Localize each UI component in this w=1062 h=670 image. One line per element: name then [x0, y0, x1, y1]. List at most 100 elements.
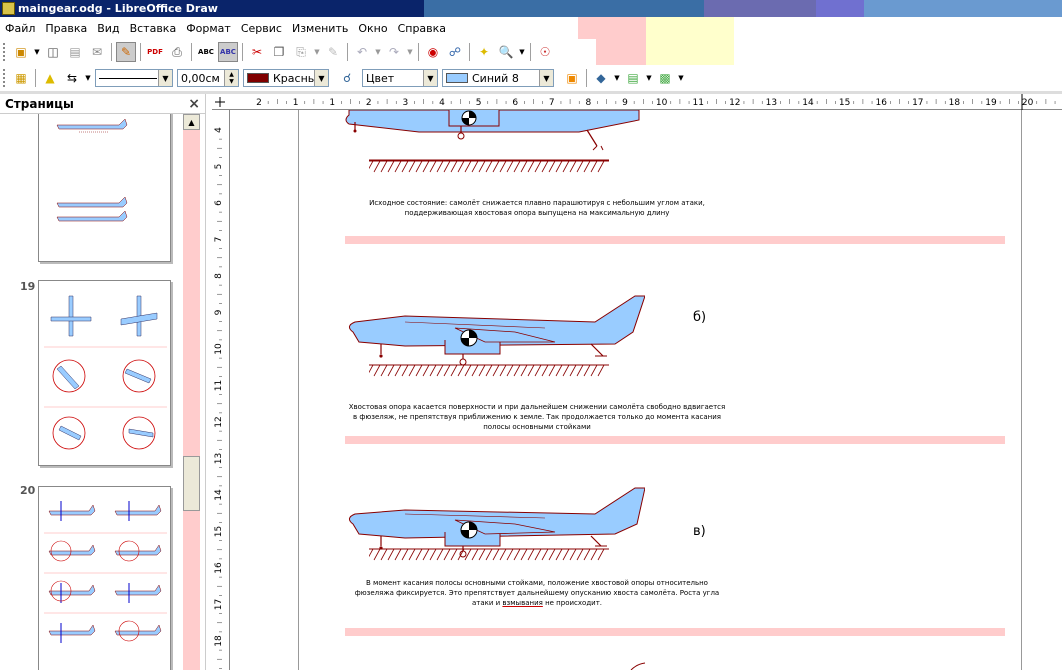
save-icon[interactable]: ▤	[65, 42, 85, 62]
menu-view[interactable]: Вид	[92, 22, 124, 35]
chart-icon[interactable]: ◉	[423, 42, 443, 62]
menu-format[interactable]: Формат	[181, 22, 236, 35]
dropdown-arrow-icon[interactable]: ▼	[313, 42, 321, 62]
line-color-select[interactable]: Красный ▼	[243, 69, 329, 87]
align-icon[interactable]: ▤	[623, 68, 643, 88]
ruler-tick-label: 6	[512, 98, 518, 108]
fill-color-select[interactable]: Синий 8 ▼	[442, 69, 554, 87]
arrange-icon[interactable]: ▩	[655, 68, 675, 88]
ground-hatch	[485, 548, 493, 561]
chevron-down-icon[interactable]: ▼	[314, 70, 328, 86]
print-icon[interactable]: ⎙	[167, 42, 187, 62]
panel-splitter[interactable]	[205, 94, 212, 670]
horizontal-ruler[interactable]: 2 1 1 2 3 4 5 6 7 8 9 10 11 12 13 14 15 16 17 18 19 20	[212, 94, 1062, 110]
ruler-tick-label: 15	[839, 98, 850, 108]
rotate-icon[interactable]: ◆	[591, 68, 611, 88]
line-style-select[interactable]: ▼	[95, 69, 173, 87]
menu-insert[interactable]: Вставка	[125, 22, 182, 35]
line-icon[interactable]: ▲	[40, 68, 60, 88]
cut-icon[interactable]: ✂	[247, 42, 267, 62]
clone-formatting-icon[interactable]: ✎	[323, 42, 343, 62]
ground-hatch	[429, 364, 437, 377]
label-c[interactable]: в)	[693, 524, 706, 539]
zoom-icon[interactable]: 🔍	[496, 42, 516, 62]
dropdown-arrow-icon[interactable]: ▼	[84, 68, 92, 88]
close-icon[interactable]: ×	[188, 96, 200, 112]
ground-hatch	[443, 548, 451, 561]
scrollbar-thumb[interactable]	[183, 456, 200, 511]
toolbar-grip[interactable]	[3, 69, 7, 87]
ground-hatch	[513, 364, 521, 377]
menu-tools[interactable]: Сервис	[236, 22, 287, 35]
pages-panel-header: Страницы ×	[0, 94, 205, 114]
vertical-ruler[interactable]: 4 5 6 7 8 9 10 11 12 13 14 15 16 17 18	[212, 110, 230, 670]
arrow-style-icon[interactable]: ⇆	[62, 68, 82, 88]
ruler-tick-label: 17	[912, 98, 923, 108]
toolbar-grip[interactable]	[3, 43, 7, 61]
fill-type-select[interactable]: Цвет ▼	[362, 69, 438, 87]
caption-a[interactable]: Исходное состояние: самолёт снижается пл…	[347, 198, 727, 218]
dropdown-arrow-icon[interactable]: ▼	[645, 68, 653, 88]
caption-b[interactable]: Хвостовая опора касается поверхности и п…	[347, 402, 727, 432]
ground-hatch	[401, 364, 409, 377]
slide-thumbnail-19[interactable]	[38, 280, 171, 466]
dropdown-arrow-icon[interactable]: ▼	[518, 42, 526, 62]
ruler-ticks: 2 1 1 2 3 4 5 6 7 8 9 10 11 12 13 14 15 16 17 18 19 20	[215, 94, 1056, 110]
dropdown-arrow-icon[interactable]: ▼	[406, 42, 414, 62]
drawing-page[interactable]: Исходное состояние: самолёт снижается пл…	[298, 110, 1022, 670]
email-icon[interactable]: ✉	[87, 42, 107, 62]
ground-hatch	[369, 548, 374, 558]
slide-thumbnail-18[interactable]	[38, 114, 171, 262]
spellcheck-icon[interactable]: ABC	[196, 42, 216, 62]
styles-icon[interactable]: ▦	[11, 68, 31, 88]
help-icon[interactable]: ☉	[535, 42, 555, 62]
ground-hatch	[436, 364, 444, 377]
ground-hatch	[597, 364, 605, 377]
ground-hatch	[436, 160, 444, 173]
drawing-workspace[interactable]: Исходное состояние: самолёт снижается пл…	[230, 110, 1062, 670]
label-b[interactable]: б)	[693, 310, 706, 325]
spin-arrows-icon[interactable]: ▲ ▼	[224, 70, 238, 86]
aircraft-drawing-b[interactable]	[345, 292, 645, 372]
new-document-icon[interactable]: ▣	[11, 42, 31, 62]
ground-hatch	[513, 548, 521, 561]
panel-scrollbar[interactable]: ▲	[183, 114, 200, 670]
menu-help[interactable]: Справка	[393, 22, 451, 35]
menu-file[interactable]: Файл	[0, 22, 40, 35]
dropdown-arrow-icon[interactable]: ▼	[33, 42, 41, 62]
chevron-down-icon[interactable]: ▼	[423, 70, 437, 86]
edit-file-icon[interactable]: ✎	[116, 42, 136, 62]
chevron-down-icon[interactable]: ▼	[539, 70, 553, 86]
ground-hatch	[436, 548, 444, 561]
menu-modify[interactable]: Изменить	[287, 22, 353, 35]
caption-c-link[interactable]: взмывания	[502, 599, 542, 607]
menu-edit[interactable]: Правка	[40, 22, 92, 35]
autospellcheck-icon[interactable]: ABC	[218, 42, 238, 62]
ruler-tick-label: 5	[476, 98, 482, 108]
ground-hatch	[506, 548, 514, 561]
export-pdf-icon[interactable]: PDF	[145, 42, 165, 62]
caption-c[interactable]: В момент касания полосы основными стойка…	[347, 578, 727, 608]
ruler-tick-label: 20	[1022, 98, 1034, 108]
menu-window[interactable]: Окно	[353, 22, 392, 35]
undo-icon[interactable]: ↶	[352, 42, 372, 62]
gluepoint-icon[interactable]: ✦	[474, 42, 494, 62]
dropdown-arrow-icon[interactable]: ▼	[613, 68, 621, 88]
dropdown-arrow-icon[interactable]: ▼	[374, 42, 382, 62]
line-width-field[interactable]: 0,00см ▲ ▼	[177, 69, 239, 87]
shadow-icon[interactable]: ▣	[562, 68, 582, 88]
paste-icon[interactable]: ⎘	[291, 42, 311, 62]
navigator-icon[interactable]: ☍	[445, 42, 465, 62]
scroll-up-icon[interactable]: ▲	[183, 114, 200, 130]
area-icon[interactable]: ☌	[337, 68, 357, 88]
slide-thumbnail-20[interactable]	[38, 486, 171, 670]
ground-hatch	[443, 160, 451, 173]
redo-icon[interactable]: ↷	[384, 42, 404, 62]
copy-icon[interactable]: ❐	[269, 42, 289, 62]
ground-hatch	[569, 548, 577, 561]
open-icon[interactable]: ◫	[43, 42, 63, 62]
ground-hatch	[527, 364, 535, 377]
slide-list[interactable]: 19 20	[0, 114, 183, 670]
dropdown-arrow-icon[interactable]: ▼	[677, 68, 685, 88]
chevron-down-icon[interactable]: ▼	[158, 70, 172, 86]
